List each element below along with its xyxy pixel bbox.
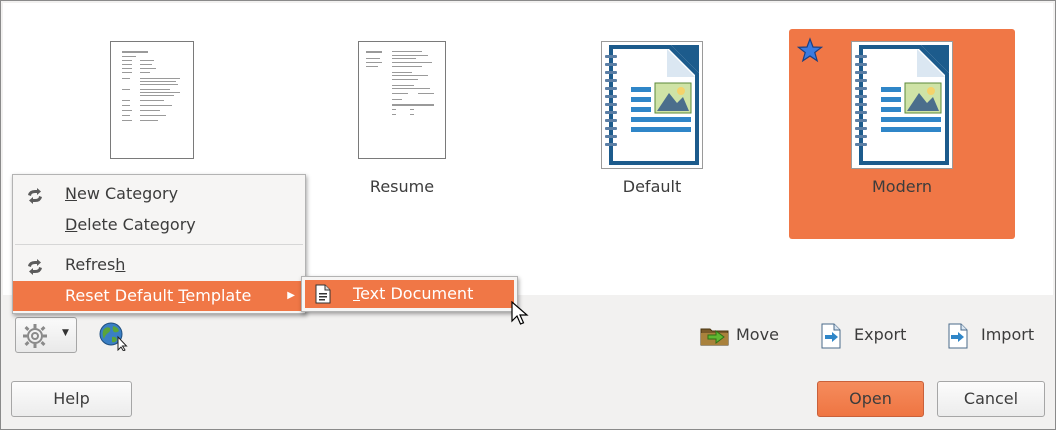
menu-separator — [15, 244, 303, 245]
template-manager-dialog: Resume Default Modern ▼ Move Export Impo… — [0, 0, 1056, 430]
chevron-right-icon: ▶ — [287, 290, 295, 301]
template-thumbnail — [110, 41, 194, 163]
template-item-modern[interactable]: Modern — [789, 29, 1015, 239]
submenu-item-text-document[interactable]: Text Document — [305, 280, 514, 308]
document-preview-icon — [358, 41, 446, 159]
menu-item-refresh[interactable]: Refresh — [13, 250, 305, 280]
import-label: Import — [981, 325, 1035, 344]
template-name: Resume — [369, 177, 435, 196]
import-document-icon — [945, 323, 971, 358]
export-button[interactable]: Export — [818, 321, 906, 349]
settings-menu-button[interactable]: ▼ — [15, 317, 77, 353]
gear-icon — [22, 323, 48, 353]
menu-item-new-category[interactable]: New Category — [13, 179, 305, 209]
template-thumbnail — [358, 41, 446, 163]
template-item-default[interactable]: Default — [539, 29, 765, 239]
export-label: Export — [854, 325, 907, 344]
online-repository-globe-icon[interactable] — [98, 321, 130, 355]
menu-item-label: New Category — [65, 184, 179, 203]
move-label: Move — [736, 325, 779, 344]
mouse-pointer-icon — [511, 300, 529, 331]
writer-document-icon — [601, 41, 703, 169]
reset-default-template-submenu: Text Document — [301, 276, 518, 312]
default-star-icon — [796, 37, 824, 67]
move-button[interactable]: Move — [700, 321, 779, 349]
template-item-resume[interactable]: Resume — [289, 29, 515, 239]
menu-item-label: Refresh — [65, 255, 126, 274]
writer-document-icon — [851, 41, 953, 169]
menu-item-delete-category[interactable]: Delete Category — [13, 210, 305, 240]
cancel-button[interactable]: Cancel — [937, 381, 1045, 417]
chevron-down-icon: ▼ — [62, 328, 69, 338]
menu-item-reset-default-template[interactable]: Reset Default Template ▶ — [13, 281, 305, 311]
menu-item-label: Delete Category — [65, 215, 196, 234]
menu-item-label: Reset Default Template — [65, 286, 252, 305]
settings-context-menu: New Category Delete Category Refresh Res… — [12, 174, 306, 314]
open-button[interactable]: Open — [817, 381, 924, 417]
template-name: Modern — [871, 177, 933, 196]
move-folder-icon — [700, 323, 730, 356]
text-document-icon — [315, 284, 331, 313]
submenu-item-label: Text Document — [353, 284, 474, 303]
help-button[interactable]: Help — [11, 381, 132, 417]
export-document-icon — [818, 323, 844, 358]
template-thumbnail — [601, 41, 703, 173]
document-preview-icon — [110, 41, 194, 159]
import-button[interactable]: Import — [945, 321, 1034, 349]
template-thumbnail — [851, 41, 953, 173]
template-name: Default — [622, 177, 682, 196]
